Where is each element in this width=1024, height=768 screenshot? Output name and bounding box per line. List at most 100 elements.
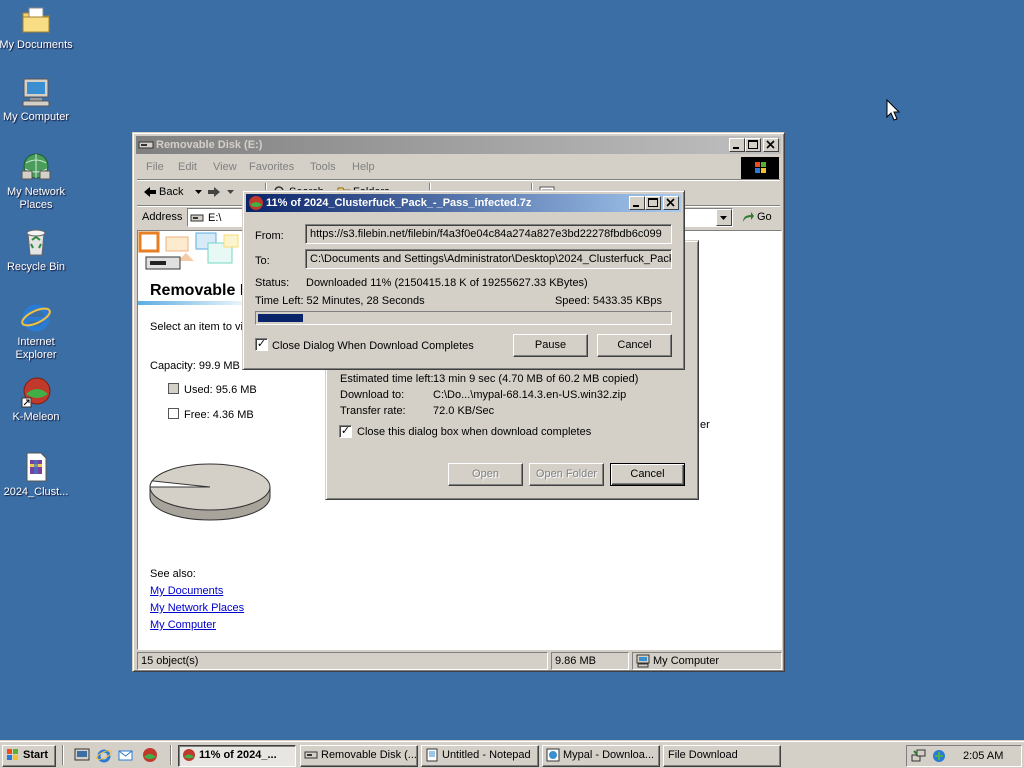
explorer-menubar: File Edit View Favorites Tools Help	[137, 157, 741, 177]
menubar-separator	[137, 179, 780, 181]
desktop-icon-internet-explorer[interactable]: Internet Explorer	[0, 301, 74, 362]
taskbar: Start 11% of 2024_... Removable Disk (..…	[0, 740, 1024, 768]
k-meleon-icon[interactable]	[142, 747, 158, 763]
maximize-icon	[648, 198, 658, 207]
desktop-icon-my-computer[interactable]: My Computer	[0, 76, 74, 124]
desktop-icon-label: Internet Explorer	[15, 336, 57, 361]
taskbar-separator	[170, 745, 172, 765]
close-dialog-checkbox[interactable]: ✓	[255, 338, 268, 351]
link-my-network-places[interactable]: My Network Places	[150, 602, 244, 614]
outlook-express-icon[interactable]	[118, 747, 134, 763]
close-icon	[766, 140, 775, 149]
drive-icon	[138, 141, 154, 149]
minimize-button[interactable]	[629, 196, 645, 210]
status-objects: 15 object(s)	[137, 652, 548, 670]
internet-explorer-icon	[20, 301, 52, 333]
mouse-cursor-icon	[886, 99, 901, 121]
maximize-button[interactable]	[645, 196, 661, 210]
go-button[interactable]: Go	[739, 209, 777, 227]
windows-logo-icon	[7, 749, 18, 760]
desktop-icon-archive-file[interactable]: 2024_Clust...	[0, 451, 74, 499]
close-when-complete-checkbox[interactable]: ✓	[339, 425, 352, 438]
address-dropdown-button[interactable]	[716, 209, 732, 226]
capacity-text: Capacity: 99.9 MB	[150, 360, 240, 372]
menu-tools[interactable]: Tools	[310, 161, 336, 173]
speed-text: Speed: 5433.35 KBps	[554, 295, 662, 307]
menu-file[interactable]: File	[146, 161, 164, 173]
menu-help[interactable]: Help	[352, 161, 375, 173]
download-to-label: Download to:	[340, 389, 405, 401]
menu-edit[interactable]: Edit	[178, 161, 197, 173]
maximize-button[interactable]	[745, 138, 761, 152]
clock: 2:05 AM	[963, 750, 1004, 762]
minimize-button[interactable]	[729, 138, 745, 152]
time-left-text: Time Left: 52 Minutes, 28 Seconds	[255, 295, 425, 307]
free-text: Free: 4.36 MB	[184, 409, 254, 421]
menu-favorites[interactable]: Favorites	[249, 161, 294, 173]
close-icon	[666, 198, 675, 207]
notepad-icon	[426, 748, 438, 762]
task-download-progress[interactable]: 11% of 2024_...	[178, 745, 296, 767]
cancel-button[interactable]: Cancel	[597, 334, 672, 357]
status-value: Downloaded 11% (2150415.18 K of 19255627…	[306, 277, 588, 289]
task-file-download[interactable]: File Download	[663, 745, 781, 767]
disk-usage-pie	[149, 463, 271, 521]
menu-view[interactable]: View	[213, 161, 237, 173]
desktop-icon-label: My Computer	[2, 111, 70, 123]
download-titlebar[interactable]: 11% of 2024_Clusterfuck_Pack_-_Pass_infe…	[246, 194, 681, 212]
drive-icon	[190, 214, 204, 222]
desktop-icon-k-meleon[interactable]: K-Meleon	[0, 376, 74, 424]
open-folder-button[interactable]: Open Folder	[529, 463, 604, 486]
minimize-icon	[733, 147, 739, 149]
minimize-icon	[633, 205, 639, 207]
download-progress-dialog[interactable]: 11% of 2024_Clusterfuck_Pack_-_Pass_infe…	[242, 190, 685, 370]
desktop-icon-my-documents[interactable]: My Documents	[0, 4, 74, 52]
system-tray: 2:05 AM	[906, 745, 1022, 767]
pause-button[interactable]: Pause	[513, 334, 588, 357]
desktop-icon-label: My Network Places	[6, 186, 66, 211]
k-meleon-icon	[249, 196, 263, 210]
close-button[interactable]	[663, 196, 679, 210]
close-dialog-label: Close Dialog When Download Completes	[272, 340, 474, 352]
close-button[interactable]	[763, 138, 779, 152]
go-arrow-icon	[743, 212, 754, 222]
header-underline	[138, 301, 258, 305]
close-when-complete-label: Close this dialog box when download comp…	[357, 426, 592, 438]
transfer-rate-value: 72.0 KB/Sec	[433, 405, 495, 417]
open-button[interactable]: Open	[448, 463, 523, 486]
forward-button[interactable]	[205, 184, 245, 202]
download-progress-bar	[255, 311, 672, 325]
file-download-cancel-button[interactable]: Cancel	[610, 463, 685, 486]
security-tray-icon[interactable]	[931, 748, 947, 764]
used-legend-swatch	[168, 383, 179, 394]
task-mypal-downloads[interactable]: Mypal - Downloa...	[542, 745, 660, 767]
desktop-icon-my-network-places[interactable]: My Network Places	[0, 151, 74, 212]
task-removable-disk[interactable]: Removable Disk (...	[300, 745, 418, 767]
desktop-icon-label: 2024_Clust...	[3, 486, 69, 498]
free-legend-swatch	[168, 408, 179, 419]
mypal-icon	[546, 748, 560, 762]
link-my-documents[interactable]: My Documents	[150, 585, 223, 597]
to-label: To:	[255, 255, 270, 267]
status-size: 9.86 MB	[551, 652, 629, 670]
from-label: From:	[255, 230, 284, 242]
download-to-value: C:\Do...\mypal-68.14.3.en-US.win32.zip	[433, 389, 627, 401]
from-field[interactable]: https://s3.filebin.net/filebin/f4a3f0e04…	[305, 224, 672, 244]
desktop-icon-label: Recycle Bin	[6, 261, 66, 273]
internet-explorer-icon[interactable]	[96, 747, 112, 763]
drive-icon	[304, 751, 318, 759]
task-notepad[interactable]: Untitled - Notepad	[421, 745, 539, 767]
forward-arrow-icon	[208, 187, 220, 197]
used-text: Used: 95.6 MB	[184, 384, 257, 396]
recycle-bin-icon	[20, 226, 52, 258]
status-zone: My Computer	[632, 652, 782, 670]
explorer-titlebar[interactable]: Removable Disk (E:)	[136, 136, 781, 154]
hidden-fragment: er	[700, 419, 710, 431]
desktop-icon-recycle-bin[interactable]: Recycle Bin	[0, 226, 74, 274]
show-desktop-icon[interactable]	[74, 747, 90, 763]
start-button[interactable]: Start	[2, 745, 56, 767]
download-title: 11% of 2024_Clusterfuck_Pack_-_Pass_infe…	[266, 197, 532, 209]
network-tray-icon[interactable]	[911, 748, 927, 764]
to-field[interactable]: C:\Documents and Settings\Administrator\…	[305, 249, 672, 269]
link-my-computer[interactable]: My Computer	[150, 619, 216, 631]
